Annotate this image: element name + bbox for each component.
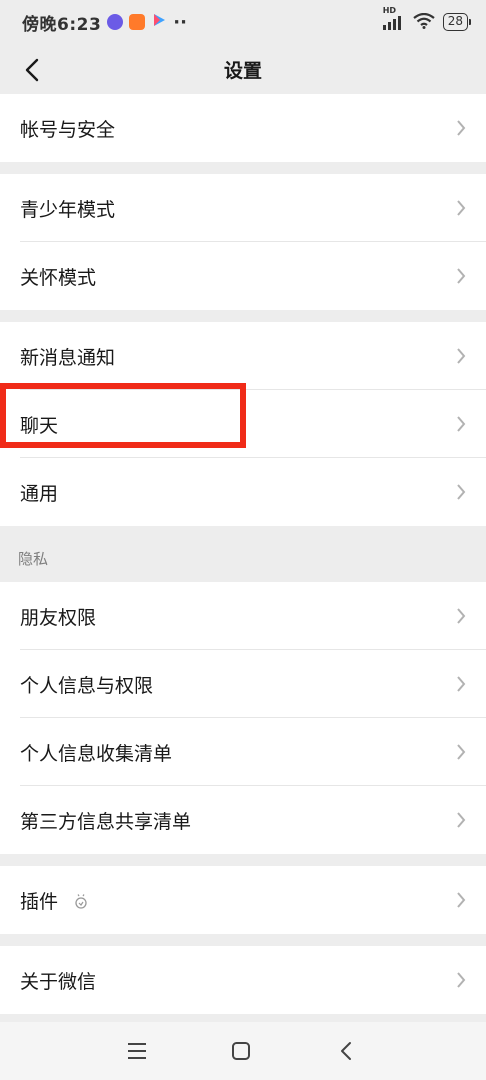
page-title: 设置	[223, 59, 262, 82]
settings-group-plugins: 插件	[0, 866, 486, 934]
status-time: 傍晚6:23	[22, 14, 102, 35]
settings-item-friend-permissions[interactable]: 朋友权限	[0, 582, 486, 650]
settings-item-label: 青少年模式	[20, 198, 116, 221]
plugin-icon	[75, 894, 87, 909]
settings-item-label: 帐号与安全	[20, 118, 116, 141]
settings-item-teen-mode[interactable]: 青少年模式	[0, 174, 486, 242]
wifi-icon	[413, 12, 435, 32]
settings-item-care-mode[interactable]: 关怀模式	[0, 242, 486, 310]
chevron-right-icon	[457, 268, 466, 284]
settings-item-label-wrap: 插件	[20, 887, 466, 914]
home-icon	[232, 1042, 250, 1060]
chevron-right-icon	[457, 120, 466, 136]
settings-item-account-security[interactable]: 帐号与安全	[0, 94, 486, 162]
section-label-privacy: 隐私	[18, 550, 49, 568]
settings-item-label: 插件	[20, 890, 59, 913]
settings-item-personal-info-permissions[interactable]: 个人信息与权限	[0, 650, 486, 718]
chevron-left-icon	[25, 58, 39, 82]
settings-item-label: 通用	[20, 482, 59, 505]
chevron-right-icon	[457, 200, 466, 216]
signal-icon: HD	[382, 6, 405, 30]
settings-item-label: 个人信息收集清单	[20, 742, 173, 765]
chevron-right-icon	[457, 744, 466, 760]
taobao-notification-icon	[129, 14, 146, 30]
chevron-right-icon	[457, 892, 466, 908]
video-notification-icon	[151, 12, 167, 33]
menu-icon	[128, 1043, 146, 1059]
settings-item-chat[interactable]: 聊天	[0, 390, 486, 458]
settings-item-label: 聊天	[20, 414, 59, 437]
back-button[interactable]	[12, 50, 52, 90]
chevron-right-icon	[457, 676, 466, 692]
settings-item-label: 新消息通知	[20, 346, 116, 369]
settings-item-notifications[interactable]: 新消息通知	[0, 322, 486, 390]
settings-item-general[interactable]: 通用	[0, 458, 486, 526]
chevron-right-icon	[457, 348, 466, 364]
settings-group-privacy: 朋友权限 个人信息与权限 个人信息收集清单 第三方信息共享清单	[0, 582, 486, 854]
settings-item-third-party-sharing[interactable]: 第三方信息共享清单	[0, 786, 486, 854]
settings-item-plugins[interactable]: 插件	[0, 866, 486, 934]
back-icon	[341, 1042, 351, 1060]
system-nav-bar	[0, 1022, 486, 1080]
settings-item-label: 关怀模式	[20, 266, 97, 289]
more-notifications-icon: ··	[173, 11, 187, 33]
settings-group-about: 关于微信	[0, 946, 486, 1014]
settings-group-account: 帐号与安全	[0, 94, 486, 162]
chevron-right-icon	[457, 972, 466, 988]
chevron-right-icon	[457, 812, 466, 828]
settings-list: 帐号与安全 青少年模式 关怀模式 新消息通知 聊天 通用 隐私 朋友权限 个人信…	[0, 94, 486, 1014]
settings-item-personal-info-collection[interactable]: 个人信息收集清单	[0, 718, 486, 786]
settings-group-general: 新消息通知 聊天 通用	[0, 322, 486, 526]
settings-item-label: 第三方信息共享清单	[20, 810, 192, 833]
status-bar: 傍晚6:23 ·· HD 28	[0, 0, 486, 44]
settings-item-label: 朋友权限	[20, 606, 97, 629]
system-back-button[interactable]	[334, 1039, 358, 1063]
chevron-right-icon	[457, 416, 466, 432]
settings-item-label: 关于微信	[20, 970, 97, 993]
chevron-right-icon	[457, 484, 466, 500]
chevron-right-icon	[457, 608, 466, 624]
hd-label: HD	[382, 6, 397, 15]
nav-bar: 设置	[0, 44, 486, 94]
settings-item-about[interactable]: 关于微信	[0, 946, 486, 1014]
settings-group-modes: 青少年模式 关怀模式	[0, 174, 486, 310]
battery-indicator: 28	[442, 13, 472, 31]
app-notification-icon	[107, 14, 124, 30]
settings-item-label: 个人信息与权限	[20, 674, 154, 697]
home-button[interactable]	[229, 1039, 253, 1063]
menu-button[interactable]	[125, 1039, 149, 1063]
